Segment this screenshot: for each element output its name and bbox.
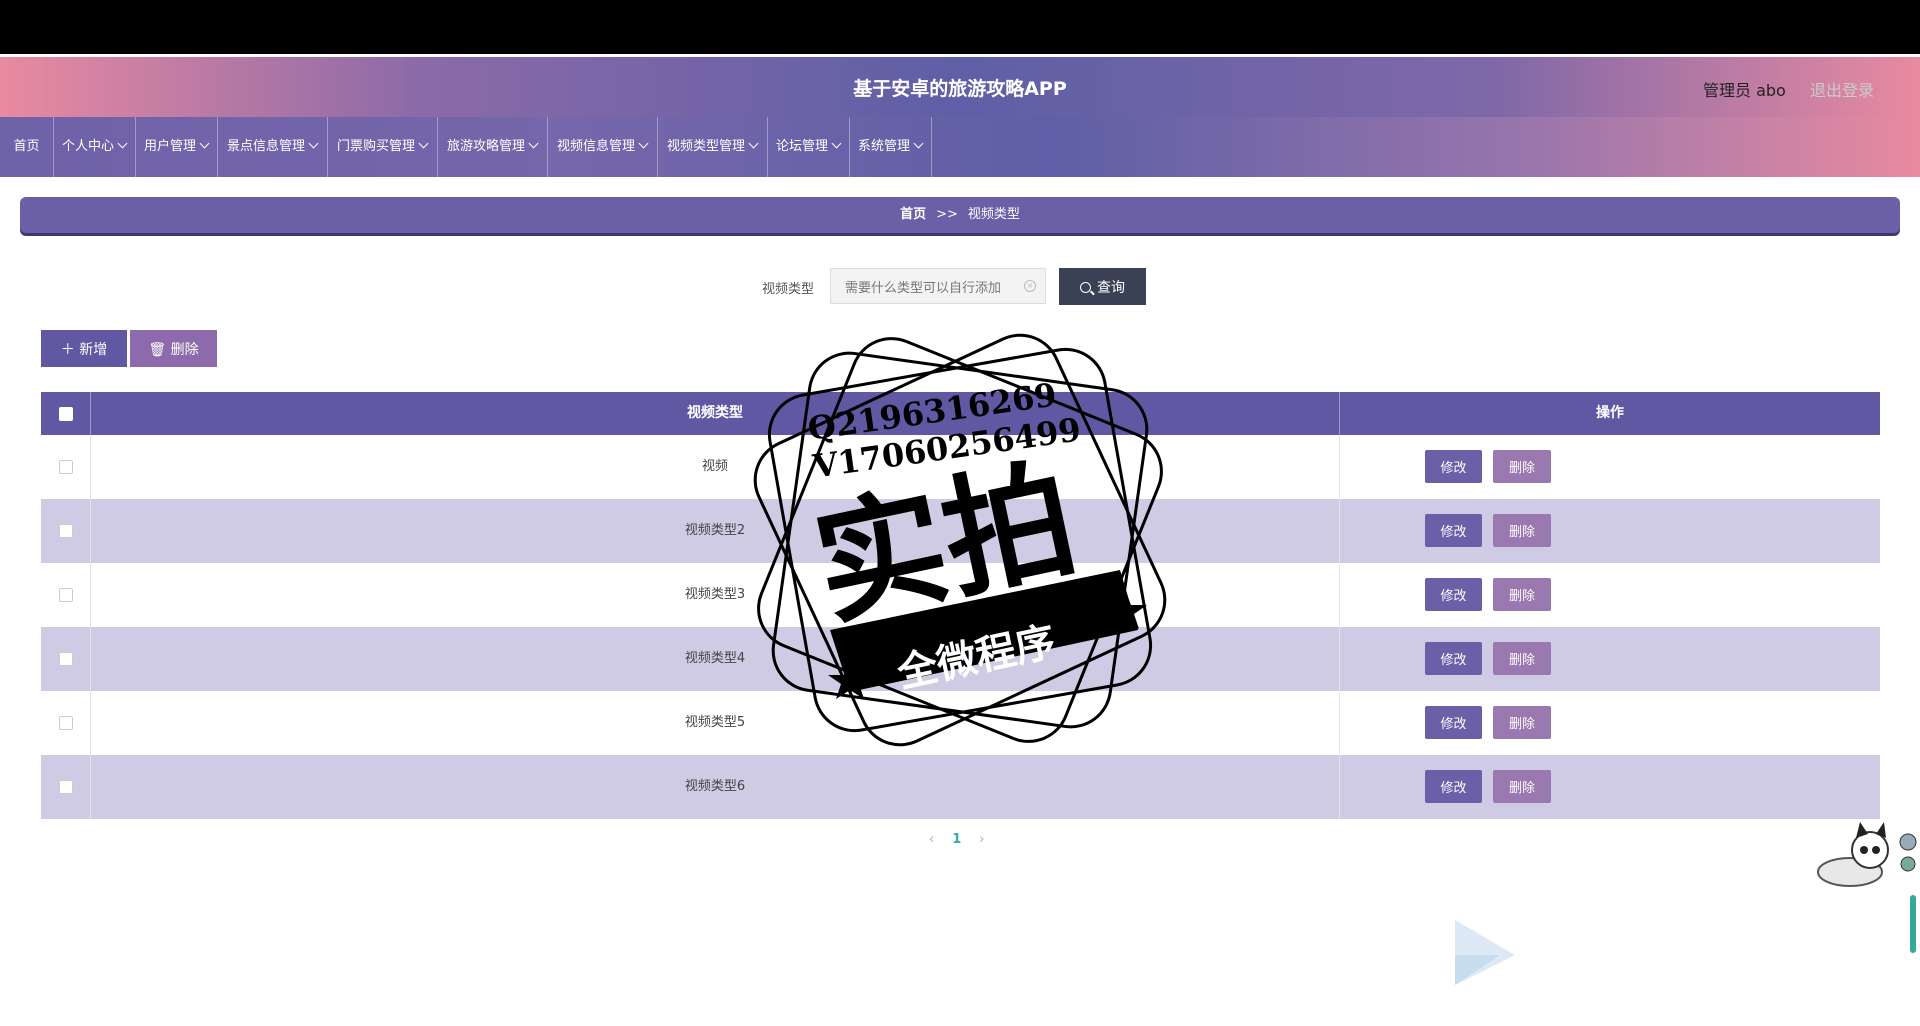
nav-item-system[interactable]: 系统管理 bbox=[849, 117, 932, 177]
chevron-down-icon bbox=[831, 138, 842, 149]
edit-button[interactable]: 修改 bbox=[1425, 450, 1482, 483]
column-header-actions: 操作 bbox=[1596, 405, 1624, 421]
delete-button[interactable]: 删除 bbox=[1493, 514, 1551, 547]
nav-item-video-types[interactable]: 视频类型管理 bbox=[657, 117, 768, 177]
main-nav: 首页 个人中心 用户管理 景点信息管理 门票购买管理 旅游攻略管理 视频信息管理… bbox=[0, 117, 1920, 177]
nav-item-forum[interactable]: 论坛管理 bbox=[767, 117, 850, 177]
chevron-down-icon bbox=[418, 138, 429, 149]
chevron-down-icon bbox=[528, 138, 539, 149]
next-page-button[interactable]: › bbox=[979, 832, 984, 847]
chevron-down-icon bbox=[913, 138, 924, 149]
mascot-icon bbox=[1817, 822, 1917, 887]
table-row: 视频类型6 修改 删除 bbox=[41, 755, 1880, 819]
delete-button[interactable]: 删除 bbox=[1493, 450, 1551, 483]
search-label: 视频类型 bbox=[762, 282, 815, 297]
page-number[interactable]: 1 bbox=[952, 832, 961, 847]
video-type-table: 视频类型 操作 视频 修改 删除 视频类型2 修改 删除 视频类型3 修改 删除 视频… bbox=[41, 392, 1880, 819]
add-button[interactable]: ＋ 新增 bbox=[41, 330, 127, 367]
delete-button[interactable]: 删除 bbox=[1493, 770, 1551, 803]
delete-button[interactable]: 删除 bbox=[1493, 578, 1551, 611]
breadcrumb-current: 视频类型 bbox=[967, 207, 1020, 222]
app-title: 基于安卓的旅游攻略APP bbox=[853, 78, 1067, 100]
row-type: 视频类型4 bbox=[91, 627, 1340, 691]
select-all-checkbox[interactable] bbox=[59, 407, 73, 421]
nav-item-attractions[interactable]: 景点信息管理 bbox=[217, 117, 328, 177]
current-user: 管理员 abo bbox=[1703, 81, 1786, 100]
nav-item-home[interactable]: 首页 bbox=[0, 117, 54, 177]
prev-page-button[interactable]: ‹ bbox=[929, 832, 934, 847]
table-row: 视频 修改 删除 bbox=[41, 435, 1880, 499]
breadcrumb-separator: >> bbox=[936, 207, 958, 222]
edit-button[interactable]: 修改 bbox=[1425, 514, 1482, 547]
vertical-scrollbar[interactable] bbox=[1910, 895, 1916, 953]
row-checkbox[interactable] bbox=[59, 588, 73, 602]
breadcrumb: 首页 >> 视频类型 bbox=[20, 197, 1900, 233]
row-checkbox[interactable] bbox=[59, 780, 73, 794]
table-row: 视频类型4 修改 删除 bbox=[41, 627, 1880, 691]
edit-button[interactable]: 修改 bbox=[1425, 642, 1482, 675]
nav-item-profile[interactable]: 个人中心 bbox=[53, 117, 136, 177]
chevron-down-icon bbox=[117, 138, 128, 149]
search-input[interactable] bbox=[830, 268, 1046, 304]
screen-top-bar bbox=[0, 0, 1920, 54]
chevron-down-icon bbox=[638, 138, 649, 149]
search-button[interactable]: 查询 bbox=[1059, 268, 1146, 305]
nav-item-guides[interactable]: 旅游攻略管理 bbox=[437, 117, 548, 177]
clear-icon[interactable]: × bbox=[1024, 280, 1036, 292]
chevron-down-icon bbox=[308, 138, 319, 149]
plus-icon: ＋ bbox=[60, 341, 80, 358]
table-row: 视频类型3 修改 删除 bbox=[41, 563, 1880, 627]
nav-item-users[interactable]: 用户管理 bbox=[135, 117, 218, 177]
delete-button[interactable]: 删除 bbox=[1493, 706, 1551, 739]
table-header: 视频类型 操作 bbox=[41, 392, 1880, 435]
search-icon bbox=[1080, 281, 1091, 293]
row-checkbox[interactable] bbox=[59, 716, 73, 730]
nav-item-tickets[interactable]: 门票购买管理 bbox=[327, 117, 438, 177]
row-type: 视频类型3 bbox=[91, 563, 1340, 627]
nav-item-videos[interactable]: 视频信息管理 bbox=[547, 117, 658, 177]
batch-delete-button[interactable]: 🗑 删除 bbox=[130, 330, 217, 367]
row-checkbox[interactable] bbox=[59, 460, 73, 474]
column-header-type: 视频类型 bbox=[91, 392, 1340, 435]
row-type: 视频 bbox=[91, 435, 1340, 499]
edit-button[interactable]: 修改 bbox=[1425, 578, 1482, 611]
row-type: 视频类型2 bbox=[91, 499, 1340, 563]
row-checkbox[interactable] bbox=[59, 524, 73, 538]
edit-button[interactable]: 修改 bbox=[1425, 706, 1482, 739]
edit-button[interactable]: 修改 bbox=[1425, 770, 1482, 803]
breadcrumb-home[interactable]: 首页 bbox=[900, 207, 926, 222]
row-type: 视频类型5 bbox=[91, 691, 1340, 755]
row-type: 视频类型6 bbox=[91, 755, 1340, 819]
logout-link[interactable]: 退出登录 bbox=[1810, 77, 1874, 101]
app-header: 基于安卓的旅游攻略APP 管理员 abo 退出登录 bbox=[0, 57, 1920, 117]
player-logo-icon bbox=[1455, 920, 1515, 985]
delete-button[interactable]: 删除 bbox=[1493, 642, 1551, 675]
table-row: 视频类型5 修改 删除 bbox=[41, 691, 1880, 755]
pagination: ‹ 1 › bbox=[920, 832, 993, 847]
row-checkbox[interactable] bbox=[59, 652, 73, 666]
table-row: 视频类型2 修改 删除 bbox=[41, 499, 1880, 563]
chevron-down-icon bbox=[748, 138, 759, 149]
chevron-down-icon bbox=[199, 138, 210, 149]
trash-icon: 🗑 bbox=[148, 341, 171, 358]
